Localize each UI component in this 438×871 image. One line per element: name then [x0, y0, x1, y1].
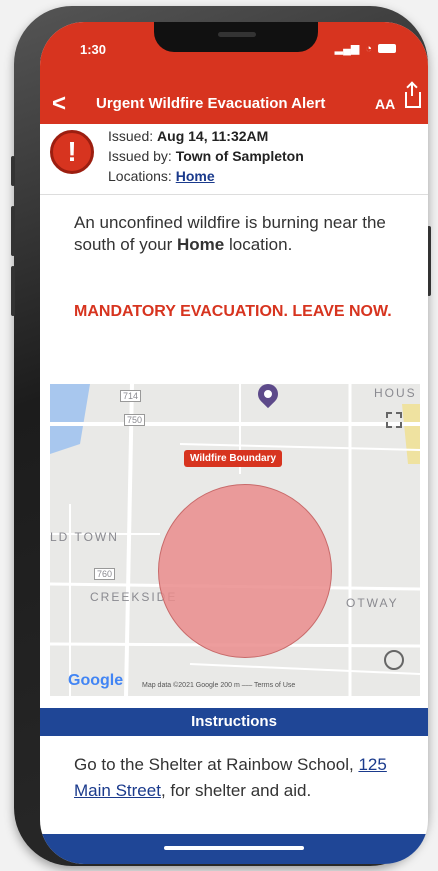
- phone-screen: 1:30 ▂▄▆ ◔ < Urgent Wildfire Evacuation …: [40, 22, 428, 864]
- locations-label: Locations:: [108, 168, 176, 184]
- home-indicator[interactable]: [164, 846, 304, 850]
- text-size-button[interactable]: AA: [375, 96, 395, 112]
- bottom-bar: [40, 834, 428, 864]
- issued-panel: ! Issued: Aug 14, 11:32AM Issued by: Tow…: [40, 124, 428, 195]
- status-time: 1:30: [80, 42, 107, 57]
- fullscreen-icon[interactable]: [386, 412, 402, 428]
- signal-icon: ▂▄▆: [334, 43, 360, 55]
- map-label-otway: OTWAY: [346, 596, 399, 610]
- location-home-link[interactable]: Home: [176, 168, 215, 184]
- wildfire-boundary-label: Wildfire Boundary: [184, 450, 283, 467]
- mandatory-evacuation: MANDATORY EVACUATION. LEAVE NOW.: [74, 303, 392, 320]
- map-attribution: Map data ©2021 Google 200 m ⎯⎯⎯ Terms of…: [142, 682, 296, 689]
- battery-icon: [378, 44, 396, 53]
- map-road-714: 714: [120, 390, 142, 402]
- message-text-end: location.: [224, 235, 293, 254]
- issued-label: Issued:: [108, 128, 158, 144]
- side-button: [11, 206, 15, 256]
- instructions-text: Go to the Shelter at Rainbow School, 125…: [74, 752, 404, 804]
- my-location-icon[interactable]: [384, 650, 404, 670]
- map[interactable]: 714 750 760 LD TOWN CREEKSIDE OTWAY HOUS…: [50, 384, 420, 696]
- alert-icon: !: [50, 130, 94, 174]
- instructions-prefix: Go to the Shelter at Rainbow School,: [74, 755, 359, 774]
- side-button: [11, 156, 15, 186]
- map-road-760: 760: [94, 568, 116, 580]
- instructions-suffix: , for shelter and aid.: [160, 781, 312, 800]
- notch: [154, 22, 318, 52]
- nav-bar: < Urgent Wildfire Evacuation Alert AA: [40, 84, 428, 124]
- issued-by-value: Town of Sampleton: [175, 148, 304, 164]
- phone-frame: 1:30 ▂▄▆ ◔ < Urgent Wildfire Evacuation …: [11, 6, 431, 866]
- back-button[interactable]: <: [52, 90, 66, 118]
- wildfire-boundary-area: [158, 484, 332, 658]
- speaker: [218, 32, 256, 37]
- issued-by: Issued by: Town of Sampleton: [108, 148, 304, 164]
- issued-value: Aug 14, 11:32AM: [157, 128, 269, 144]
- google-logo: Google: [68, 672, 124, 689]
- issued-date: Issued: Aug 14, 11:32AM: [108, 128, 268, 144]
- status-icons: ▂▄▆ ◔: [335, 42, 396, 55]
- wifi-icon: ◔: [365, 42, 372, 55]
- status-bar: 1:30 ▂▄▆ ◔: [40, 22, 428, 86]
- home-text: Home: [177, 235, 225, 254]
- share-icon[interactable]: [405, 84, 421, 108]
- instructions-header: Instructions: [40, 708, 428, 736]
- locations: Locations: Home: [108, 168, 215, 184]
- page-title: Urgent Wildfire Evacuation Alert: [96, 95, 326, 112]
- issued-by-label: Issued by:: [108, 148, 176, 164]
- map-road-750: 750: [124, 414, 146, 426]
- map-label-ld-town: LD TOWN: [50, 530, 119, 544]
- map-label-hous: HOUS: [374, 386, 417, 400]
- alert-message: An unconfined wildfire is burning near t…: [74, 212, 394, 256]
- side-button: [11, 266, 15, 316]
